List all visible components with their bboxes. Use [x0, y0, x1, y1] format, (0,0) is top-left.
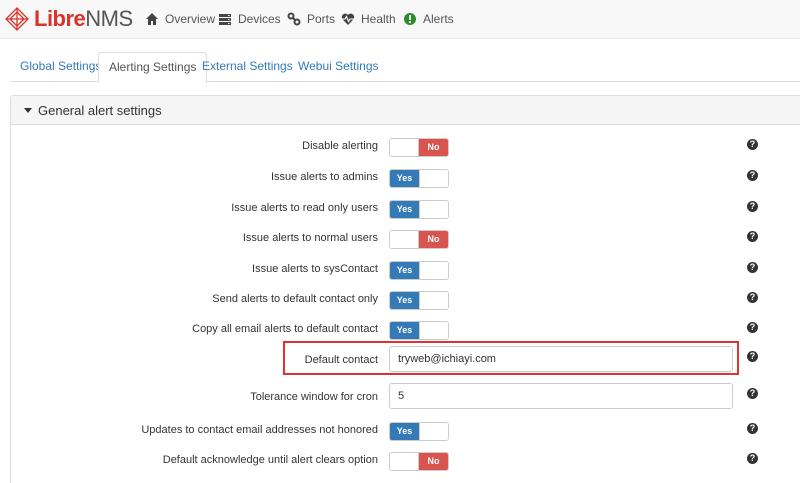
tab-alerting-settings[interactable]: Alerting Settings — [98, 52, 208, 83]
toggle-blank — [419, 170, 448, 187]
toggle-no: No — [419, 453, 448, 470]
brand-name: LibreNMS — [34, 6, 133, 32]
nav-devices[interactable]: Devices — [218, 11, 281, 27]
nav-overview-label: Overview — [165, 12, 216, 26]
toggle-blank — [419, 292, 448, 309]
librenms-logo-icon — [5, 7, 29, 31]
help-icon[interactable]: ? — [747, 322, 758, 333]
tab-external-settings[interactable]: External Settings — [192, 52, 303, 82]
setting-label: Issue alerts to normal users — [242, 232, 378, 244]
setting-row-updates-contact-email: Updates to contact email addresses not h… — [11, 415, 800, 445]
setting-label: Issue alerts to sysContact — [252, 263, 378, 275]
setting-row-issue-alerts-syscontact: Issue alerts to sysContact Yes ? — [11, 254, 800, 284]
nav-devices-label: Devices — [238, 12, 281, 26]
nav-alerts[interactable]: Alerts — [403, 11, 454, 27]
toggle-blank — [419, 201, 448, 218]
tolerance-window-input[interactable]: 5 — [389, 383, 733, 409]
panel-heading[interactable]: General alert settings — [11, 96, 800, 125]
link-icon — [287, 12, 301, 26]
issue-alerts-readonly-toggle[interactable]: Yes — [389, 200, 449, 219]
help-icon[interactable]: ? — [747, 170, 758, 181]
issue-alerts-syscontact-toggle[interactable]: Yes — [389, 261, 449, 280]
setting-row-issue-alerts-readonly: Issue alerts to read only users Yes ? — [11, 193, 800, 223]
brand-libre: Libre — [34, 6, 86, 31]
help-icon[interactable]: ? — [747, 388, 758, 399]
toggle-no: No — [419, 139, 448, 156]
setting-row-default-contact-only: Send alerts to default contact only Yes … — [11, 284, 800, 314]
general-alert-settings-panel: General alert settings Disable alerting … — [10, 95, 800, 483]
setting-row-tolerance-window: Tolerance window for cron 5 ? — [11, 382, 800, 412]
nav-health[interactable]: Health — [341, 11, 396, 27]
nav-ports-label: Ports — [307, 12, 336, 26]
nav-alerts-label: Alerts — [423, 12, 454, 26]
help-icon[interactable]: ? — [747, 139, 758, 150]
toggle-yes: Yes — [390, 423, 419, 440]
tab-global-settings[interactable]: Global Settings — [10, 52, 111, 82]
disable-alerting-toggle[interactable]: No — [389, 138, 449, 157]
setting-row-copy-email-alerts: Copy all email alerts to default contact… — [11, 314, 800, 344]
nav-health-label: Health — [361, 12, 396, 26]
exclamation-circle-icon — [403, 12, 417, 26]
highlight-box — [283, 341, 739, 375]
setting-row-disable-alerting: Disable alerting No ? — [11, 131, 800, 161]
settings-tabs: Global Settings Alerting Settings Extern… — [10, 52, 800, 83]
toggle-blank — [419, 423, 448, 440]
help-icon[interactable]: ? — [747, 453, 758, 464]
toggle-blank — [390, 231, 419, 248]
setting-label: Default acknowledge until alert clears o… — [162, 454, 378, 466]
toggle-yes: Yes — [390, 170, 419, 187]
setting-label: Issue alerts to read only users — [231, 202, 378, 214]
toggle-yes: Yes — [390, 292, 419, 309]
help-icon[interactable]: ? — [747, 351, 758, 362]
toggle-yes: Yes — [390, 322, 419, 339]
toggle-blank — [419, 322, 448, 339]
setting-label: Copy all email alerts to default contact — [192, 323, 378, 335]
issue-alerts-normal-toggle[interactable]: No — [389, 230, 449, 249]
setting-row-issue-alerts-admins: Issue alerts to admins Yes ? — [11, 162, 800, 192]
setting-label: Issue alerts to admins — [271, 171, 378, 183]
caret-down-icon — [24, 108, 32, 114]
toggle-yes: Yes — [390, 262, 419, 279]
toggle-yes: Yes — [390, 201, 419, 218]
help-icon[interactable]: ? — [747, 423, 758, 434]
panel-title: General alert settings — [38, 103, 162, 118]
top-navbar: LibreNMS Overview Devices Ports Health A… — [0, 0, 800, 39]
setting-label: Disable alerting — [302, 140, 378, 152]
toggle-blank — [419, 262, 448, 279]
setting-label: Tolerance window for cron — [250, 391, 378, 403]
help-icon[interactable]: ? — [747, 231, 758, 242]
help-icon[interactable]: ? — [747, 201, 758, 212]
updates-contact-email-toggle[interactable]: Yes — [389, 422, 449, 441]
home-icon — [145, 12, 159, 26]
nav-ports[interactable]: Ports — [287, 11, 335, 27]
setting-label: Send alerts to default contact only — [212, 293, 378, 305]
setting-label: Updates to contact email addresses not h… — [141, 424, 378, 436]
heartbeat-icon — [341, 12, 355, 26]
librenms-logo[interactable]: LibreNMS — [4, 6, 133, 32]
help-icon[interactable]: ? — [747, 262, 758, 273]
server-icon — [218, 12, 232, 26]
toggle-blank — [390, 453, 419, 470]
toggle-blank — [390, 139, 419, 156]
issue-alerts-admins-toggle[interactable]: Yes — [389, 169, 449, 188]
copy-email-alerts-toggle[interactable]: Yes — [389, 321, 449, 340]
setting-row-issue-alerts-normal: Issue alerts to normal users No ? — [11, 223, 800, 253]
toggle-no: No — [419, 231, 448, 248]
help-icon[interactable]: ? — [747, 292, 758, 303]
nav-overview[interactable]: Overview — [145, 11, 215, 27]
brand-nms: NMS — [85, 6, 133, 31]
default-contact-only-toggle[interactable]: Yes — [389, 291, 449, 310]
setting-row-default-acknowledge: Default acknowledge until alert clears o… — [11, 445, 800, 475]
default-acknowledge-toggle[interactable]: No — [389, 452, 449, 471]
tab-webui-settings[interactable]: Webui Settings — [288, 52, 389, 82]
